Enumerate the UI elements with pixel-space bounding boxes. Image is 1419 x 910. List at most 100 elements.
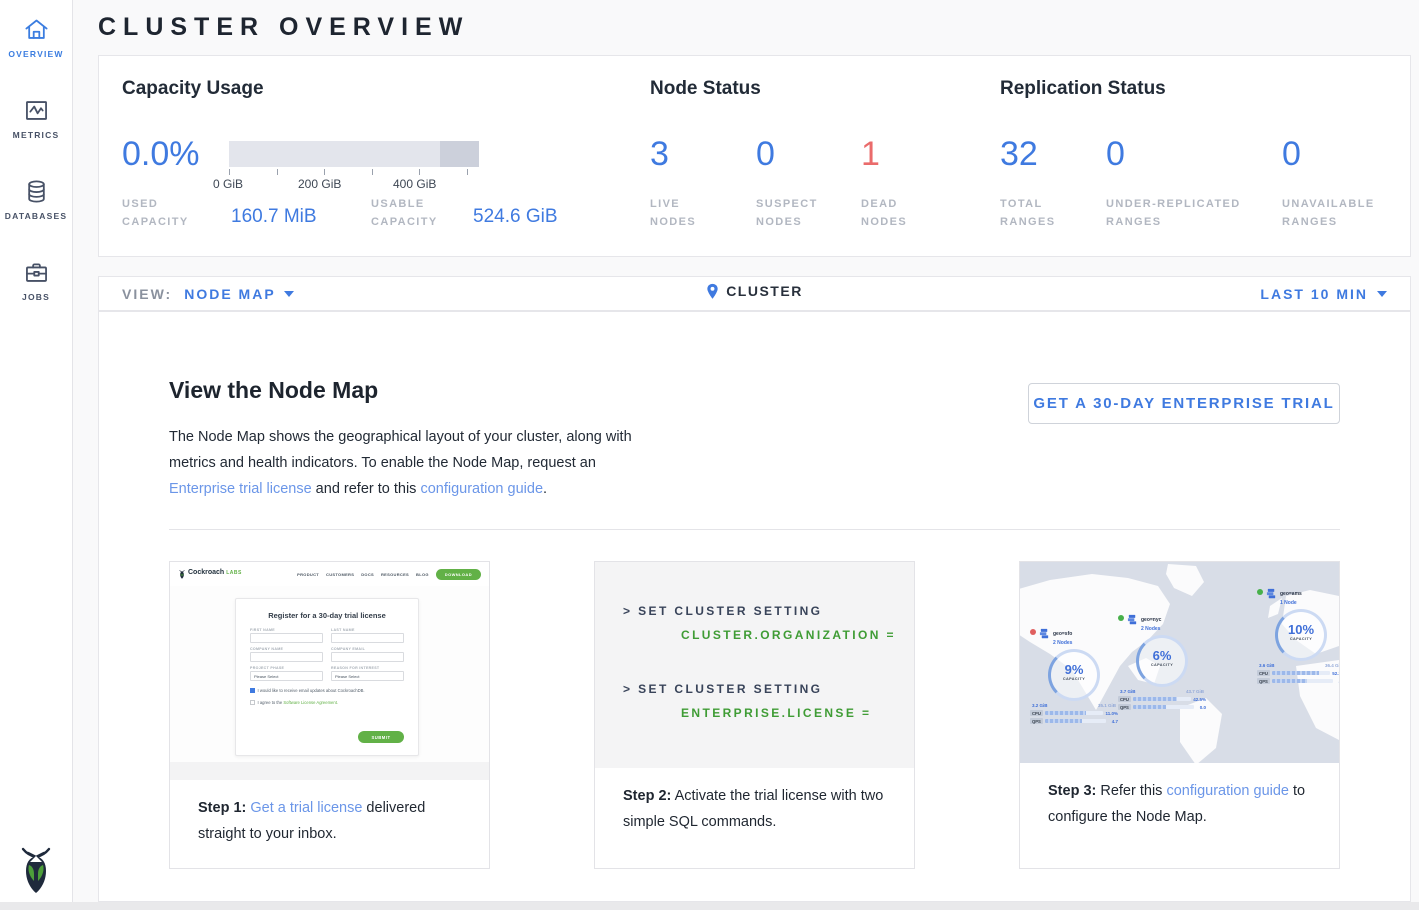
- map-region-sfo[interactable]: geo=sfo2 Nodes 9% CAPACITY 3.2 GiB 35.1 …: [1030, 628, 1118, 724]
- region-name: geo=sfo: [1053, 631, 1072, 637]
- sql-setting-line: ENTERPRISE.LICENSE =: [681, 706, 871, 720]
- total-ranges-label: TOTAL RANGES: [1000, 195, 1080, 231]
- field-label: COMPANY NAME: [250, 647, 323, 651]
- step1-card: Cockroach LABS PRODUCT CUSTOMERS DOCS RE…: [169, 561, 490, 869]
- usable-capacity-label: USABLE CAPACITY: [371, 195, 463, 231]
- capacity-bar-chart: [229, 141, 479, 167]
- software-license-agreement-link[interactable]: Software License Agreement.: [283, 700, 338, 705]
- region-status-dot: [1118, 615, 1124, 621]
- region-capacity-label: CAPACITY: [1278, 637, 1324, 641]
- under-replicated-ranges-value: 0: [1106, 135, 1125, 173]
- region-capacity-percent: 9%: [1051, 662, 1097, 677]
- capacity-axis-label-200: 200 GiB: [298, 177, 341, 191]
- qps-bar: [1272, 679, 1333, 683]
- sidebar-item-label: JOBS: [0, 292, 72, 302]
- capacity-axis-label-0: 0 GiB: [213, 177, 243, 191]
- step2-caption: Step 2: Activate the trial license with …: [595, 768, 914, 868]
- location-pin-icon: [706, 283, 719, 300]
- cpu-value: 11.0%: [1105, 711, 1118, 716]
- region-used-capacity: 3.7 GiB: [1120, 689, 1136, 694]
- company-name-input[interactable]: [250, 652, 323, 662]
- sql-prompt-line: > SET CLUSTER SETTING: [623, 682, 822, 696]
- mini-nav-product[interactable]: PRODUCT: [297, 572, 319, 577]
- capacity-usage-title: Capacity Usage: [122, 78, 264, 100]
- capacity-axis-tick: [467, 169, 468, 175]
- capacity-axis-tick: [277, 169, 278, 175]
- cpu-label: CPU: [1257, 670, 1270, 676]
- qps-label: QPS: [1030, 718, 1043, 724]
- used-capacity-value: 160.7 MiB: [231, 206, 317, 228]
- mini-site-brand-suffix: LABS: [226, 570, 242, 576]
- first-name-input[interactable]: [250, 633, 323, 643]
- region-status-dot: [1257, 589, 1263, 595]
- enterprise-trial-license-link[interactable]: Enterprise trial license: [169, 481, 312, 497]
- cluster-breadcrumb-label: CLUSTER: [726, 283, 803, 299]
- total-ranges-value: 32: [1000, 135, 1038, 173]
- configuration-guide-link[interactable]: configuration guide: [420, 481, 543, 497]
- description-text: and refer to this: [312, 481, 421, 497]
- node-stack-icon: [1039, 628, 1050, 639]
- description-text: .: [543, 481, 547, 497]
- suspect-nodes-value: 0: [756, 135, 775, 173]
- step1-label: Step 1:: [198, 800, 246, 816]
- mini-nav-resources[interactable]: RESOURCES: [381, 572, 409, 577]
- database-icon: [23, 178, 50, 205]
- view-selector-dropdown[interactable]: NODE MAP: [184, 286, 293, 302]
- company-email-input[interactable]: [331, 652, 404, 662]
- configuration-guide-link[interactable]: configuration guide: [1166, 783, 1289, 799]
- suspect-nodes-label: SUSPECT NODES: [756, 195, 836, 231]
- enterprise-trial-button[interactable]: GET A 30-DAY ENTERPRISE TRIAL: [1028, 383, 1340, 424]
- mini-nav-blog[interactable]: BLOG: [416, 572, 429, 577]
- region-capacity-label: CAPACITY: [1051, 677, 1097, 681]
- region-total-capacity: 35.1 GiB: [1098, 703, 1116, 708]
- reason-for-interest-select[interactable]: Please Select: [331, 671, 404, 681]
- field-label: COMPANY EMAIL: [331, 647, 404, 651]
- get-trial-license-link[interactable]: Get a trial license: [250, 800, 362, 816]
- form-field: PROJECT PHASEPlease Select: [250, 666, 323, 681]
- email-updates-label: I would like to receive email updates ab…: [258, 688, 365, 693]
- time-range-dropdown[interactable]: LAST 10 MIN: [1260, 286, 1387, 302]
- sidebar-item-databases[interactable]: DATABASES: [0, 178, 72, 221]
- region-node-count: 1 Node: [1280, 600, 1297, 606]
- region-capacity-percent: 6%: [1139, 648, 1185, 663]
- mini-nav-customers[interactable]: CUSTOMERS: [326, 572, 354, 577]
- cpu-value: 52.3%: [1332, 671, 1339, 676]
- map-region-ams[interactable]: geo=ams1 Node 10% CAPACITY 3.6 GiB 36.4 …: [1257, 588, 1339, 684]
- node-map-heading: View the Node Map: [169, 377, 378, 404]
- sidebar-item-metrics[interactable]: METRICS: [0, 97, 72, 140]
- view-label: VIEW:: [122, 286, 172, 302]
- capacity-axis-label-400: 400 GiB: [393, 177, 436, 191]
- mini-download-button[interactable]: DOWNLOAD: [436, 569, 481, 580]
- chevron-down-icon: [284, 291, 294, 297]
- last-name-input[interactable]: [331, 633, 404, 643]
- step2-card: > SET CLUSTER SETTING CLUSTER.ORGANIZATI…: [594, 561, 915, 869]
- form-field: LAST NAME: [331, 628, 404, 643]
- cpu-value: 42.5%: [1193, 697, 1206, 702]
- sidebar-item-overview[interactable]: OVERVIEW: [0, 16, 72, 59]
- unavailable-ranges-value: 0: [1282, 135, 1301, 173]
- sql-code-block: > SET CLUSTER SETTING CLUSTER.ORGANIZATI…: [595, 562, 914, 770]
- project-phase-select[interactable]: Please Select: [250, 671, 323, 681]
- email-updates-checkbox[interactable]: [250, 688, 255, 693]
- region-status-dot: [1030, 629, 1036, 635]
- mini-nav-docs[interactable]: DOCS: [361, 572, 374, 577]
- region-name: geo=ams: [1280, 591, 1302, 597]
- map-region-nyc[interactable]: geo=nyc2 Nodes 6% CAPACITY 3.7 GiB 43.7 …: [1118, 614, 1206, 710]
- cluster-breadcrumb[interactable]: CLUSTER: [706, 283, 803, 300]
- field-label: FIRST NAME: [250, 628, 323, 632]
- used-capacity-label: USED CAPACITY: [122, 195, 214, 231]
- capacity-bar-dark-segment: [440, 141, 479, 167]
- mini-submit-button[interactable]: SUBMIT: [358, 731, 404, 743]
- step2-label: Step 2:: [623, 788, 671, 804]
- briefcase-icon: [23, 259, 50, 286]
- view-bar: VIEW: NODE MAP CLUSTER LAST 10 MIN: [98, 276, 1411, 311]
- unavailable-ranges-label: UNAVAILABLE RANGES: [1282, 195, 1402, 231]
- content: OVERVIEW METRICS DATABASES JOBS: [0, 0, 1419, 902]
- qps-bar: [1133, 705, 1194, 709]
- mini-site-brand-name: Cockroach: [188, 569, 224, 576]
- step3-card: geo=sfo2 Nodes 9% CAPACITY 3.2 GiB 35.1 …: [1019, 561, 1340, 869]
- sidebar-item-jobs[interactable]: JOBS: [0, 259, 72, 302]
- main: CLUSTER OVERVIEW Capacity Usage 0.0% 0 G…: [73, 0, 1419, 902]
- license-agreement-checkbox[interactable]: [250, 700, 255, 705]
- capacity-donut: 6% CAPACITY: [1136, 635, 1188, 687]
